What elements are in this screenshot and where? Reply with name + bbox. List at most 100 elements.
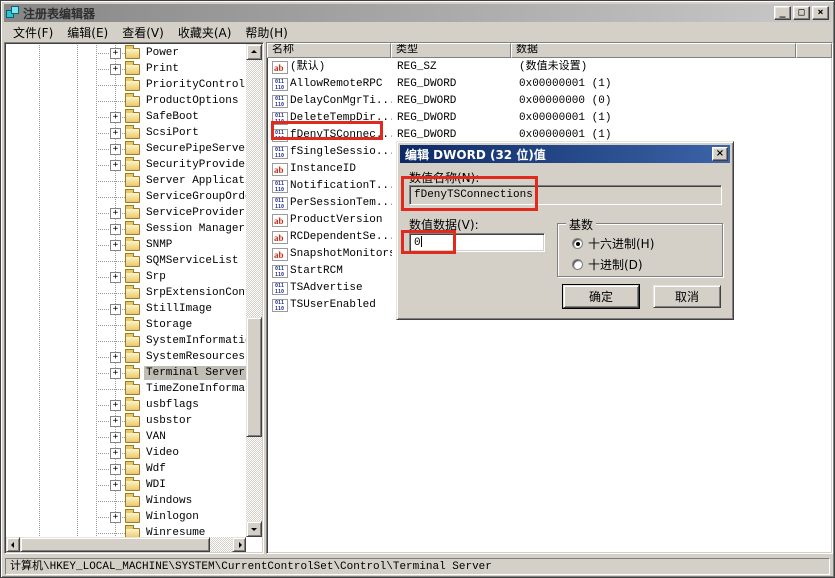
expand-icon[interactable]: + [110, 144, 121, 155]
tree-item-productoptions[interactable]: ProductOptions [6, 93, 246, 109]
tree-item-label[interactable]: Wdf [144, 462, 168, 476]
tree-item-server-application[interactable]: Server Application [6, 173, 246, 189]
tree-item-winresume[interactable]: Winresume [6, 525, 246, 537]
tree-item-scsiport[interactable]: + ScsiPort [6, 125, 246, 141]
tree-item-prioritycontrol[interactable]: PriorityControl [6, 77, 246, 93]
expand-icon[interactable]: + [110, 112, 121, 123]
tree-item-print[interactable]: + Print [6, 61, 246, 77]
tree-item-van[interactable]: + VAN [6, 429, 246, 445]
tree-item-label[interactable]: Print [144, 62, 181, 76]
tree-item-label[interactable]: VAN [144, 430, 168, 444]
radio-option-decimal[interactable]: 十进制(D) [572, 256, 643, 273]
tree-item-serviceprovider[interactable]: + ServiceProvider [6, 205, 246, 221]
tree-item-label[interactable]: SystemResources [144, 350, 246, 364]
tree-item-srpextensionconfig[interactable]: SrpExtensionConfig [6, 285, 246, 301]
tree-item-usbstor[interactable]: +usbstor [6, 413, 246, 429]
tree-item-label[interactable]: PriorityControl [144, 78, 246, 92]
expand-icon[interactable]: + [110, 368, 121, 379]
tree-item-label[interactable]: Power [144, 46, 181, 60]
tree-item-usbflags[interactable]: +usbflags [6, 397, 246, 413]
tree-item-label[interactable]: Terminal Server [144, 366, 246, 380]
tree-horizontal-scrollbar[interactable] [6, 537, 246, 552]
tree-item-label[interactable]: SNMP [144, 238, 174, 252]
menu-item-view[interactable]: 查看(V) [115, 23, 171, 42]
expand-icon[interactable]: + [110, 432, 121, 443]
tree-item-label[interactable]: Winresume [144, 526, 207, 537]
scrollbar-thumb[interactable] [20, 537, 210, 552]
minimize-icon[interactable]: _ [774, 6, 791, 20]
expand-icon[interactable]: + [110, 352, 121, 363]
radio-icon[interactable] [572, 238, 583, 249]
expand-icon[interactable]: + [110, 224, 121, 235]
expand-icon[interactable]: + [110, 400, 121, 411]
tree-item-snmp[interactable]: +SNMP [6, 237, 246, 253]
menu-item-edit[interactable]: 编辑(E) [60, 23, 115, 42]
expand-icon[interactable]: + [110, 272, 121, 283]
tree-item-systemresources[interactable]: + SystemResources [6, 349, 246, 365]
tree-item-label[interactable]: ProductOptions [144, 94, 240, 108]
tree-item-label[interactable]: ScsiPort [144, 126, 201, 140]
value-row-[interactable]: (默认)REG_SZ(数值未设置) [268, 59, 831, 76]
scroll-left-icon[interactable] [6, 537, 20, 552]
tree-item-label[interactable]: ServiceGroupOrder [144, 190, 246, 204]
tree-item-label[interactable]: SrpExtensionConfig [144, 286, 246, 300]
radio-option-hex[interactable]: 十六进制(H) [572, 235, 654, 252]
tree-item-timezoneinformation[interactable]: TimeZoneInformation [6, 381, 246, 397]
scrollbar-track[interactable] [246, 44, 262, 537]
tree-item-session-manager[interactable]: + Session Manager [6, 221, 246, 237]
tree-item-winlogon[interactable]: + Winlogon [6, 509, 246, 525]
menu-item-help[interactable]: 帮助(H) [238, 23, 294, 42]
tree-item-wdi[interactable]: +WDI [6, 477, 246, 493]
tree-item-label[interactable]: SecurityProviders [144, 158, 246, 172]
tree-item-srp[interactable]: +Srp [6, 269, 246, 285]
expand-icon[interactable]: + [110, 160, 121, 171]
tree-item-storage[interactable]: Storage [6, 317, 246, 333]
expand-icon[interactable]: + [110, 512, 121, 523]
tree-item-safeboot[interactable]: + SafeBoot [6, 109, 246, 125]
expand-icon[interactable]: + [110, 448, 121, 459]
expand-icon[interactable]: + [110, 128, 121, 139]
expand-icon[interactable]: + [110, 64, 121, 75]
scroll-up-icon[interactable] [246, 44, 262, 60]
tree-item-securepipeservers[interactable]: + SecurePipeServers [6, 141, 246, 157]
column-header-name[interactable]: 名称 [267, 43, 391, 58]
tree-item-stillimage[interactable]: + StillImage [6, 301, 246, 317]
tree-item-terminal-server[interactable]: + Terminal Server [6, 365, 246, 381]
scroll-down-icon[interactable] [246, 521, 262, 537]
close-icon[interactable]: × [812, 6, 829, 20]
dialog-close-icon[interactable]: × [712, 147, 728, 161]
maximize-icon[interactable]: □ [793, 6, 810, 20]
tree-item-label[interactable]: TimeZoneInformation [144, 382, 246, 396]
tree-item-label[interactable]: ServiceProvider [144, 206, 246, 220]
tree-item-label[interactable]: SQMServiceList [144, 254, 240, 268]
tree-item-label[interactable]: Winlogon [144, 510, 201, 524]
tree-item-power[interactable]: +Power [6, 45, 246, 61]
tree-item-label[interactable]: Video [144, 446, 181, 460]
expand-icon[interactable]: + [110, 464, 121, 475]
tree-item-sqmservicelist[interactable]: SQMServiceList [6, 253, 246, 269]
tree-item-label[interactable]: Server Application [144, 174, 246, 188]
radio-icon[interactable] [572, 259, 583, 270]
tree-item-label[interactable]: SafeBoot [144, 110, 201, 124]
scroll-right-icon[interactable] [232, 537, 246, 552]
tree-item-label[interactable]: Session Manager [144, 222, 246, 236]
tree-item-servicegrouporder[interactable]: ServiceGroupOrder [6, 189, 246, 205]
cancel-button[interactable]: 取消 [653, 285, 721, 308]
ok-button[interactable]: 确定 [563, 285, 639, 308]
tree-item-label[interactable]: Windows [144, 494, 194, 508]
expand-icon[interactable]: + [110, 304, 121, 315]
tree-item-video[interactable]: + Video [6, 445, 246, 461]
tree-item-label[interactable]: Storage [144, 318, 194, 332]
tree-item-wdf[interactable]: + Wdf [6, 461, 246, 477]
menu-item-file[interactable]: 文件(F) [6, 23, 60, 42]
tree-item-label[interactable]: SystemInformation [144, 334, 246, 348]
value-row-delayconmgrti[interactable]: DelayConMgrTi...REG_DWORD0x00000000 (0) [268, 93, 831, 110]
tree-item-label[interactable]: StillImage [144, 302, 214, 316]
expand-icon[interactable]: + [110, 480, 121, 491]
tree-vertical-scrollbar[interactable] [246, 44, 262, 537]
column-header-data[interactable]: 数据 [511, 43, 796, 58]
scrollbar-thumb[interactable] [246, 317, 262, 437]
expand-icon[interactable]: + [110, 208, 121, 219]
menu-item-favorites[interactable]: 收藏夹(A) [171, 23, 239, 42]
tree-item-label[interactable]: SecurePipeServers [144, 142, 246, 156]
